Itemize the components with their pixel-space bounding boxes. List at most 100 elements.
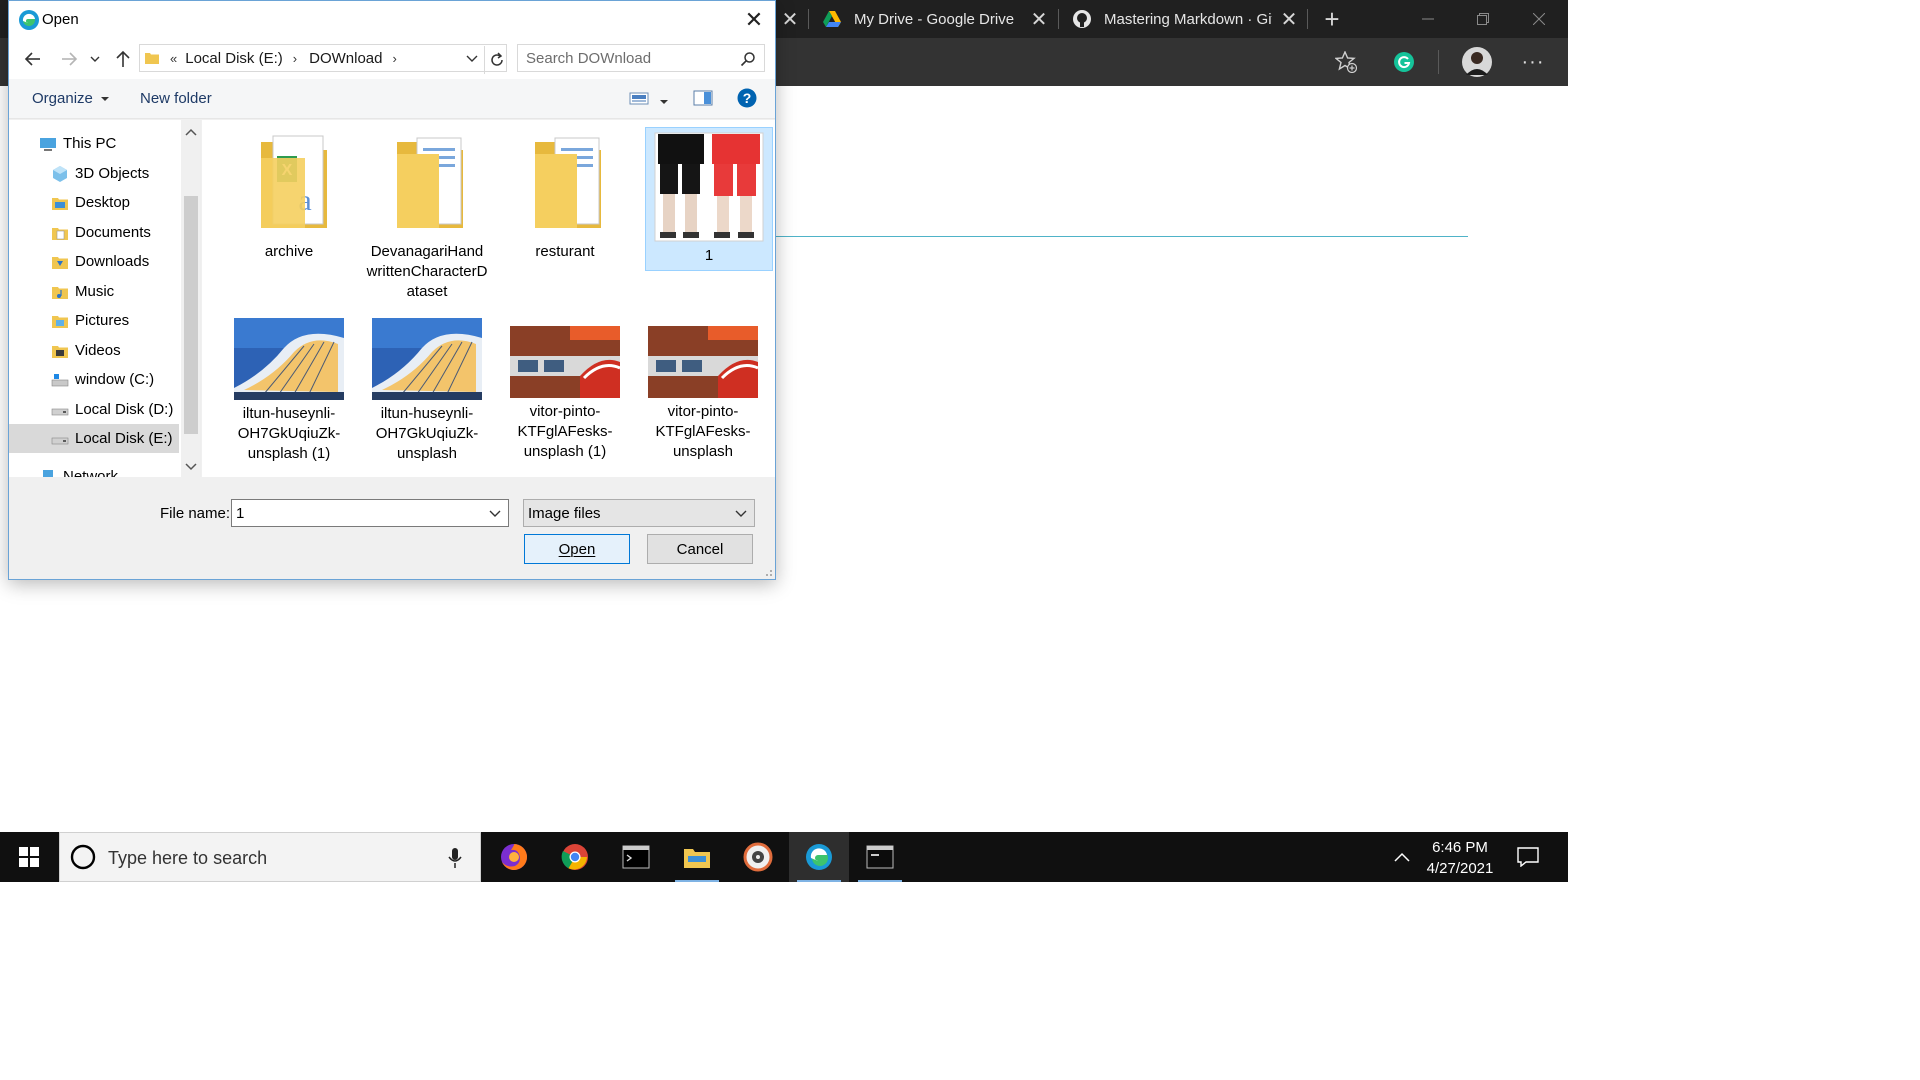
nav-item-label: Local Disk (E:) (75, 430, 173, 447)
toolbar-separator (1438, 50, 1439, 74)
taskbar-app-file-explorer[interactable] (667, 832, 727, 882)
breadcrumb-download[interactable]: DOWnload (309, 50, 382, 67)
cancel-button[interactable]: Cancel (647, 534, 753, 564)
start-button[interactable] (0, 832, 58, 882)
nav-item-local-disk-e[interactable]: Local Disk (E:) (9, 424, 179, 453)
chevron-down-icon[interactable] (488, 507, 502, 521)
cortana-icon[interactable] (70, 844, 96, 870)
nav-item-this-pc[interactable]: This PC (9, 129, 179, 158)
scroll-up-icon[interactable] (181, 122, 201, 142)
forward-button[interactable] (57, 47, 81, 71)
restore-button[interactable] (1456, 0, 1510, 38)
preview-pane-icon (693, 90, 713, 106)
add-favorite-icon (1335, 51, 1357, 73)
tab-close-button[interactable]: ✕ (1277, 0, 1301, 38)
taskbar-app-terminal[interactable] (606, 832, 666, 882)
window-close-button[interactable] (1512, 0, 1566, 38)
tab-github[interactable]: Mastering Markdown · GitHub (1072, 0, 1272, 38)
breadcrumb-separator[interactable]: › (293, 51, 297, 66)
nav-item-music[interactable]: Music (9, 277, 179, 306)
action-center-button[interactable] (1500, 832, 1556, 882)
nav-item-pictures[interactable]: Pictures (9, 306, 179, 335)
nav-item-window-c[interactable]: window (C:) (9, 365, 179, 394)
tab-close-button[interactable]: ✕ (1027, 0, 1051, 38)
nav-item-desktop[interactable]: Desktop (9, 188, 179, 217)
media-player-icon (743, 842, 773, 872)
new-folder-button[interactable]: New folder (140, 90, 212, 107)
file-tile-vitor-pinto-1[interactable]: vitor-pinto-KTFglAFesks-unsplash (1) (500, 326, 630, 462)
address-history-dropdown-icon[interactable] (466, 53, 478, 65)
scroll-down-icon[interactable] (181, 457, 201, 477)
search-icon[interactable] (740, 51, 756, 67)
chevron-up-icon (1394, 852, 1410, 862)
more-menu-button[interactable]: ··· (1513, 38, 1553, 86)
taskbar-search-input[interactable] (108, 846, 428, 870)
open-button[interactable]: Open (524, 534, 630, 564)
change-view-button[interactable] (629, 90, 649, 110)
breadcrumb-local-disk-e[interactable]: Local Disk (E:) (185, 50, 283, 67)
system-clock[interactable]: 6:46 PM 4/27/2021 (1420, 837, 1500, 879)
breadcrumb-overflow[interactable]: « (170, 51, 177, 66)
file-tile-devanagari-dataset[interactable]: DevanagariHandwrittenCharacterDataset (362, 128, 492, 302)
grammarly-extension-button[interactable] (1384, 38, 1424, 86)
nav-item-documents[interactable]: Documents (9, 218, 179, 247)
file-type-select[interactable]: Image files (523, 499, 755, 527)
nav-item-videos[interactable]: Videos (9, 336, 179, 365)
back-button[interactable] (21, 47, 45, 71)
file-tile-iltun-huseynli-1[interactable]: iltun-huseynli-OH7GkUqiuZk-unsplash (1) (224, 318, 354, 464)
file-tile-vitor-pinto[interactable]: vitor-pinto-KTFglAFesks-unsplash (638, 326, 768, 462)
taskbar: 6:46 PM 4/27/2021 (0, 832, 1568, 882)
file-tile-1[interactable]: 1 (645, 127, 773, 271)
breadcrumb-separator[interactable]: › (392, 51, 396, 66)
minimize-button[interactable] (1401, 0, 1455, 38)
search-input[interactable] (518, 45, 736, 71)
profile-button[interactable] (1457, 38, 1497, 86)
help-button[interactable]: ? (737, 88, 757, 112)
nav-item-downloads[interactable]: Downloads (9, 247, 179, 276)
favorites-button[interactable] (1326, 38, 1366, 86)
tab-close-button[interactable]: ✕ (778, 0, 802, 38)
file-name-label: iltun-huseynli-OH7GkUqiuZk-unsplash (375, 405, 479, 462)
refresh-button[interactable] (484, 46, 508, 74)
svg-text:?: ? (743, 90, 752, 106)
file-name-input[interactable] (232, 500, 482, 526)
dialog-titlebar: Open ✕ (9, 1, 775, 39)
organize-button[interactable]: Organize (32, 90, 110, 107)
tab-google-drive[interactable]: My Drive - Google Drive (822, 0, 1032, 38)
taskbar-app-chrome[interactable] (545, 832, 605, 882)
close-icon: ✕ (744, 7, 764, 32)
taskbar-app-firefox[interactable] (484, 832, 544, 882)
folder-icon (145, 53, 159, 64)
file-type-value: Image files (528, 504, 601, 522)
nav-item-3d-objects[interactable]: 3D Objects (9, 159, 179, 188)
nav-item-label: Pictures (75, 312, 130, 329)
navigation-scrollbar[interactable] (181, 120, 201, 477)
nav-item-local-disk-d[interactable]: Local Disk (D:) (9, 395, 179, 424)
new-tab-button[interactable]: + (1318, 0, 1346, 38)
file-name-label: File name: (160, 505, 231, 522)
windows-drive-icon (51, 373, 69, 386)
scrollbar-thumb[interactable] (184, 196, 198, 434)
resize-grip-icon[interactable] (763, 567, 773, 577)
nav-item-label: Videos (75, 342, 121, 359)
microphone-icon[interactable] (447, 847, 463, 869)
file-tile-resturant[interactable]: resturant (500, 128, 630, 262)
taskbar-app-command-prompt[interactable] (850, 832, 910, 882)
address-bar[interactable]: « Local Disk (E:) › DOWnload › (139, 44, 507, 72)
dialog-close-button[interactable]: ✕ (733, 1, 775, 39)
file-tile-archive[interactable]: X a archive (224, 128, 354, 262)
nav-item-label: Desktop (75, 194, 131, 211)
taskbar-app-media-player[interactable] (728, 832, 788, 882)
recent-locations-button[interactable] (87, 47, 103, 71)
edge-icon (806, 844, 832, 870)
tab-separator (1307, 9, 1308, 29)
preview-pane-button[interactable] (693, 89, 713, 111)
taskbar-app-edge[interactable] (789, 832, 849, 882)
view-dropdown-button[interactable] (660, 93, 668, 110)
avatar (1462, 47, 1492, 77)
nav-item-label: Documents (75, 224, 151, 241)
file-tile-iltun-huseynli[interactable]: iltun-huseynli-OH7GkUqiuZk-unsplash (362, 318, 492, 464)
nav-item-network[interactable]: Network (9, 462, 179, 477)
up-button[interactable] (111, 47, 135, 71)
new-folder-label: New folder (140, 90, 212, 107)
